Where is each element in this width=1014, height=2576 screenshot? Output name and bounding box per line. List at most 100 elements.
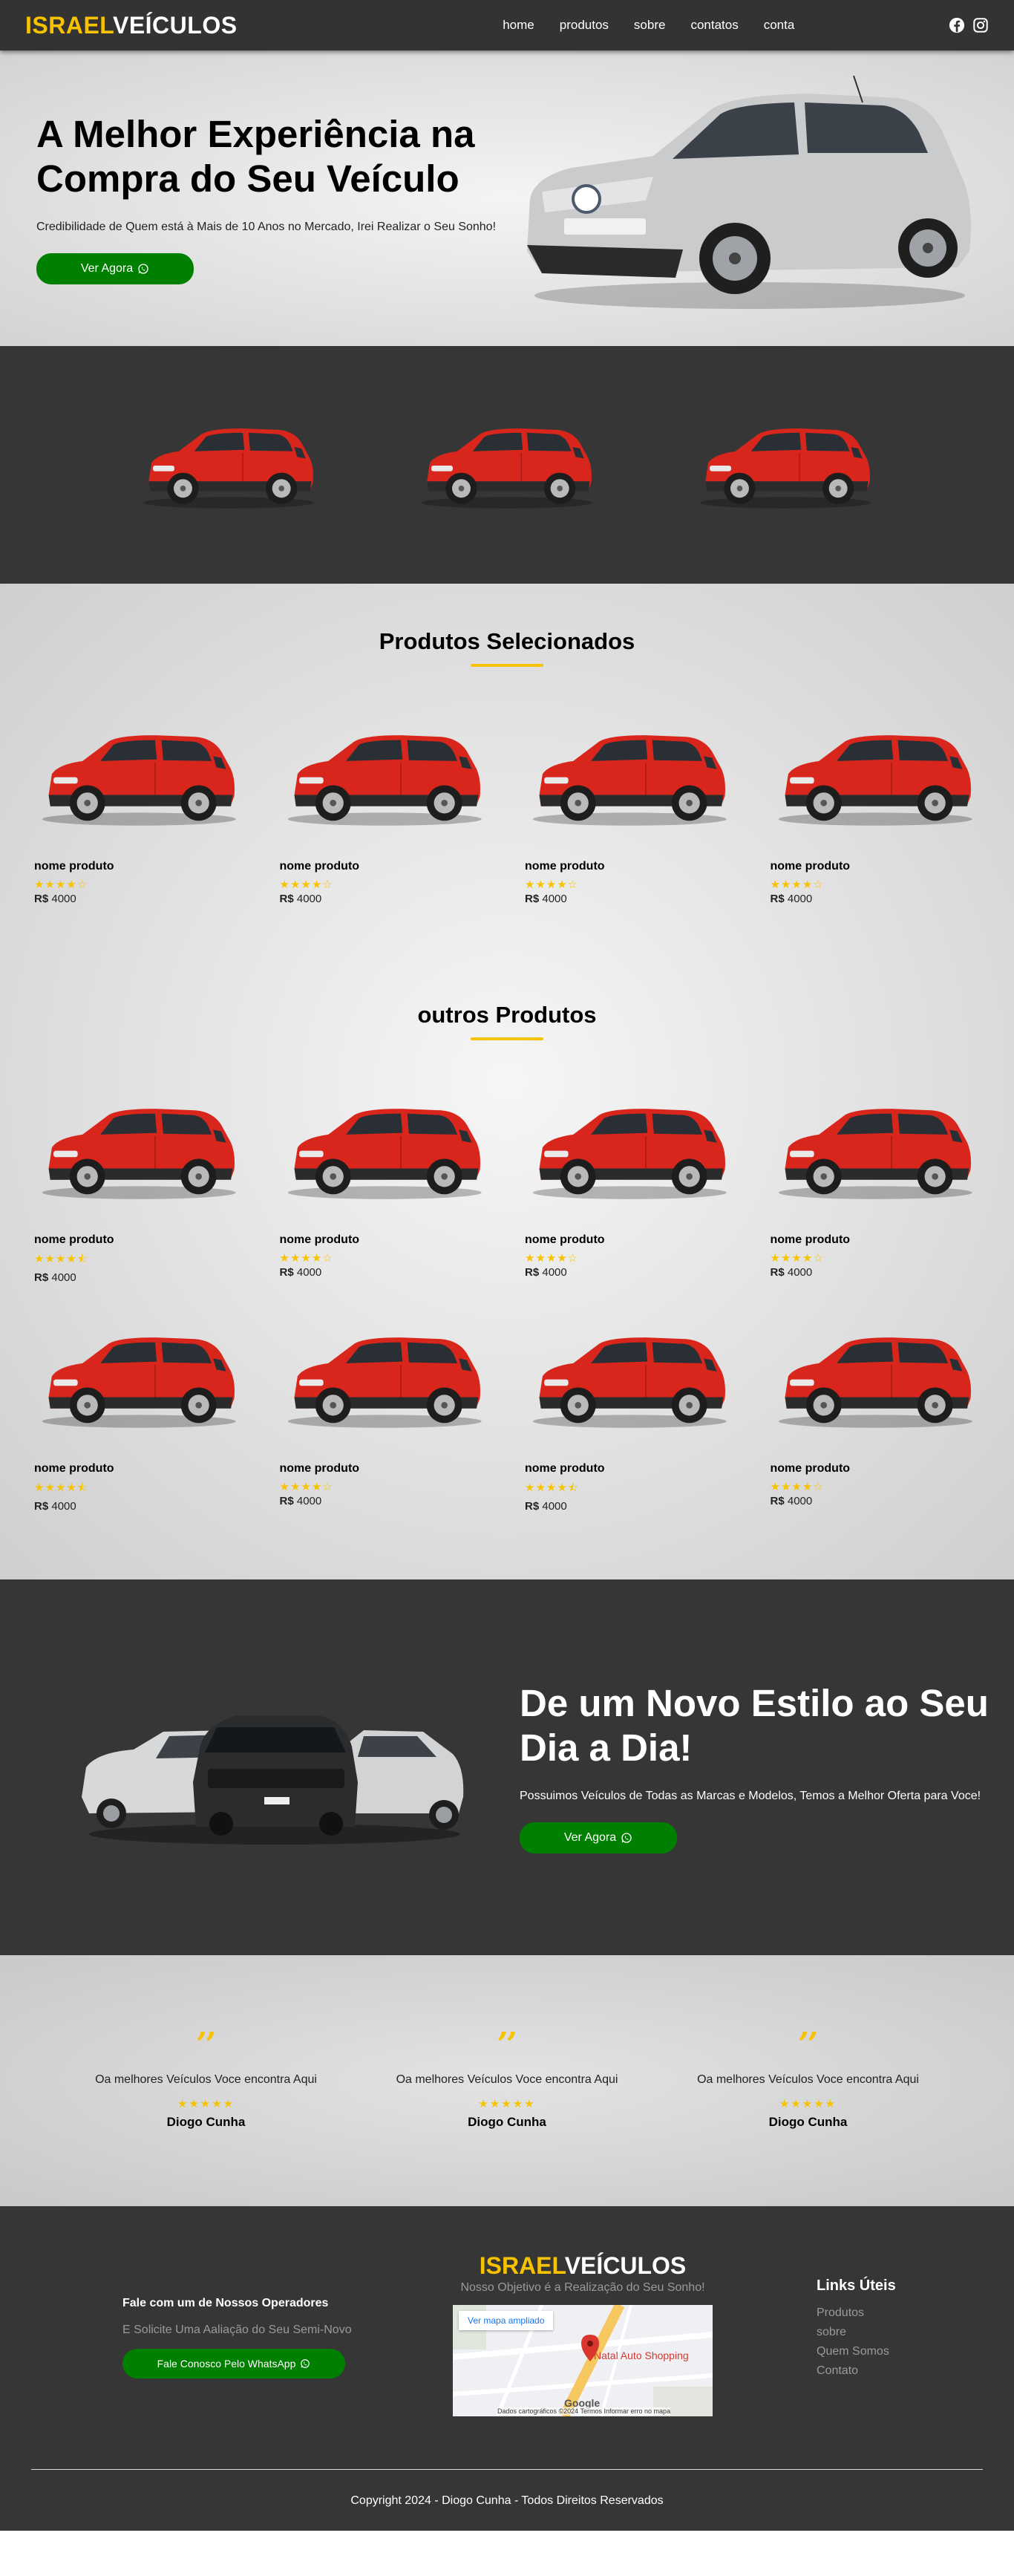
map-place-label: Natal Auto Shopping: [594, 2350, 689, 2361]
hero-cta-button[interactable]: Ver Agora: [36, 253, 194, 284]
product-image[interactable]: [771, 711, 981, 841]
product-image[interactable]: [34, 1314, 244, 1444]
price-currency: R$: [279, 1495, 294, 1507]
price-value: 4000: [542, 1500, 567, 1513]
footer-contact-title: Fale com um de Nossos Operadores: [122, 2297, 329, 2309]
product-name[interactable]: nome produto: [280, 860, 490, 873]
product-card[interactable]: nome produto ★★★★⯪ R$ 4000: [519, 1314, 741, 1513]
nav-link-produtos[interactable]: produtos: [560, 18, 609, 33]
product-image[interactable]: [525, 711, 735, 841]
facebook-icon[interactable]: [949, 17, 965, 33]
quote-icon: ”: [89, 2032, 323, 2058]
quote-icon: ”: [691, 2032, 925, 2058]
product-image[interactable]: [280, 1314, 490, 1444]
nav-link-contatos[interactable]: contatos: [690, 18, 738, 33]
title-underline: [471, 664, 543, 667]
hero-cta-label: Ver Agora: [80, 262, 134, 275]
promo-title: De um Novo Estilo ao Seu Dia a Dia!: [520, 1682, 989, 1769]
whatsapp-icon: [621, 1832, 632, 1844]
product-rating-stars: ★★★★☆: [525, 878, 579, 891]
product-price: R$ 4000: [34, 893, 244, 905]
product-card[interactable]: nome produto ★★★★☆ R$ 4000: [28, 711, 250, 905]
footer-link-contato[interactable]: Contato: [817, 2364, 896, 2378]
product-name[interactable]: nome produto: [771, 1462, 981, 1476]
footer-link-quem-somos[interactable]: Quem Somos: [817, 2345, 896, 2358]
product-image[interactable]: [771, 1085, 981, 1215]
testimonial-text: Oa melhores Veículos Voce encontra Aqui: [396, 2073, 618, 2086]
category-car-image[interactable]: [136, 417, 321, 513]
price-value: 4000: [542, 893, 567, 905]
promo-cars-image: [82, 1686, 468, 1849]
price-currency: R$: [770, 1495, 785, 1507]
product-image[interactable]: [280, 1085, 490, 1215]
price-currency: R$: [34, 1500, 49, 1513]
product-image[interactable]: [34, 711, 244, 841]
product-rating-stars: ★★★★☆: [770, 1481, 824, 1493]
nav-link-conta[interactable]: conta: [764, 18, 795, 33]
product-card[interactable]: nome produto ★★★★☆ R$ 4000: [765, 1085, 987, 1284]
category-car-image[interactable]: [414, 417, 600, 513]
product-name[interactable]: nome produto: [771, 860, 981, 873]
product-price: R$ 4000: [280, 1495, 490, 1507]
product-card[interactable]: nome produto ★★★★⯪ R$ 4000: [28, 1085, 250, 1284]
category-strip: [0, 346, 1014, 584]
testimonial-author: Diogo Cunha: [468, 2115, 546, 2129]
product-name[interactable]: nome produto: [771, 1233, 981, 1247]
testimonial-text: Oa melhores Veículos Voce encontra Aqui: [95, 2073, 317, 2086]
footer-link-sobre[interactable]: sobre: [817, 2326, 896, 2339]
product-price: R$ 4000: [280, 893, 490, 905]
embedded-map[interactable]: Ver mapa ampliado Natal Auto Shopping Go…: [453, 2305, 713, 2416]
promo-cta-label: Ver Agora: [563, 1831, 617, 1844]
hero-text: A Melhor Experiência na Compra do Seu Ve…: [36, 112, 511, 284]
product-name[interactable]: nome produto: [34, 1462, 244, 1476]
map-expand-button[interactable]: Ver mapa ampliado: [459, 2311, 554, 2330]
product-card[interactable]: nome produto ★★★★⯪ R$ 4000: [28, 1314, 250, 1513]
product-name[interactable]: nome produto: [525, 860, 735, 873]
product-image[interactable]: [771, 1314, 981, 1444]
product-card[interactable]: nome produto ★★★★☆ R$ 4000: [274, 1314, 496, 1513]
price-value: 4000: [542, 1266, 567, 1279]
nav-link-sobre[interactable]: sobre: [634, 18, 666, 33]
others-grid: nome produto ★★★★⯪ R$ 4000 nome produto ★★★★…: [28, 1085, 986, 1284]
promo-cta-button[interactable]: Ver Agora: [520, 1822, 677, 1853]
product-card[interactable]: nome produto ★★★★☆ R$ 4000: [519, 1085, 741, 1284]
product-card[interactable]: nome produto ★★★★☆ R$ 4000: [519, 711, 741, 905]
product-name[interactable]: nome produto: [34, 860, 244, 873]
price-currency: R$: [770, 893, 785, 905]
footer-brand: ISRAELVEÍCULOS Nosso Objetivo é a Realiz…: [453, 2252, 713, 2416]
logo-part1: ISRAEL: [25, 11, 113, 39]
nav-link-home[interactable]: home: [503, 18, 534, 33]
product-name[interactable]: nome produto: [34, 1233, 244, 1247]
footer-links: Links Úteis Produtos sobre Quem Somos Co…: [817, 2277, 896, 2378]
price-currency: R$: [525, 893, 540, 905]
footer-logo-part2: VEÍCULOS: [564, 2252, 687, 2279]
category-car-image[interactable]: [693, 417, 878, 513]
logo-part2: VEÍCULOS: [112, 11, 238, 39]
others-title: outros Produtos: [417, 1002, 597, 1028]
product-name[interactable]: nome produto: [525, 1462, 735, 1476]
product-image[interactable]: [34, 1085, 244, 1215]
product-image[interactable]: [280, 711, 490, 841]
product-card[interactable]: nome produto ★★★★☆ R$ 4000: [765, 711, 987, 905]
footer: Fale com um de Nossos Operadores E Solic…: [0, 2206, 1014, 2531]
product-card[interactable]: nome produto ★★★★☆ R$ 4000: [765, 1314, 987, 1513]
product-card[interactable]: nome produto ★★★★☆ R$ 4000: [274, 711, 496, 905]
copyright-text: Copyright 2024 - Diogo Cunha - Todos Dir…: [350, 2494, 664, 2507]
instagram-icon[interactable]: [972, 17, 989, 33]
footer-tagline: Nosso Objetivo é a Realização do Seu Son…: [460, 2281, 705, 2294]
promo-section: De um Novo Estilo ao Seu Dia a Dia! Poss…: [0, 1579, 1014, 1955]
footer-logo[interactable]: ISRAELVEÍCULOS: [453, 2252, 713, 2280]
product-image[interactable]: [525, 1085, 735, 1215]
whatsapp-icon: [137, 263, 149, 275]
product-image[interactable]: [525, 1314, 735, 1444]
product-name[interactable]: nome produto: [525, 1233, 735, 1247]
footer-divider: [31, 2469, 983, 2470]
product-card[interactable]: nome produto ★★★★☆ R$ 4000: [274, 1085, 496, 1284]
product-name[interactable]: nome produto: [280, 1233, 490, 1247]
footer-link-produtos[interactable]: Produtos: [817, 2306, 896, 2320]
product-name[interactable]: nome produto: [280, 1462, 490, 1476]
whatsapp-button-label: Fale Conosco Pelo WhatsApp: [157, 2358, 296, 2370]
site-logo[interactable]: ISRAELVEÍCULOS: [25, 12, 238, 39]
whatsapp-contact-button[interactable]: Fale Conosco Pelo WhatsApp: [122, 2349, 345, 2378]
price-value: 4000: [296, 1495, 322, 1507]
